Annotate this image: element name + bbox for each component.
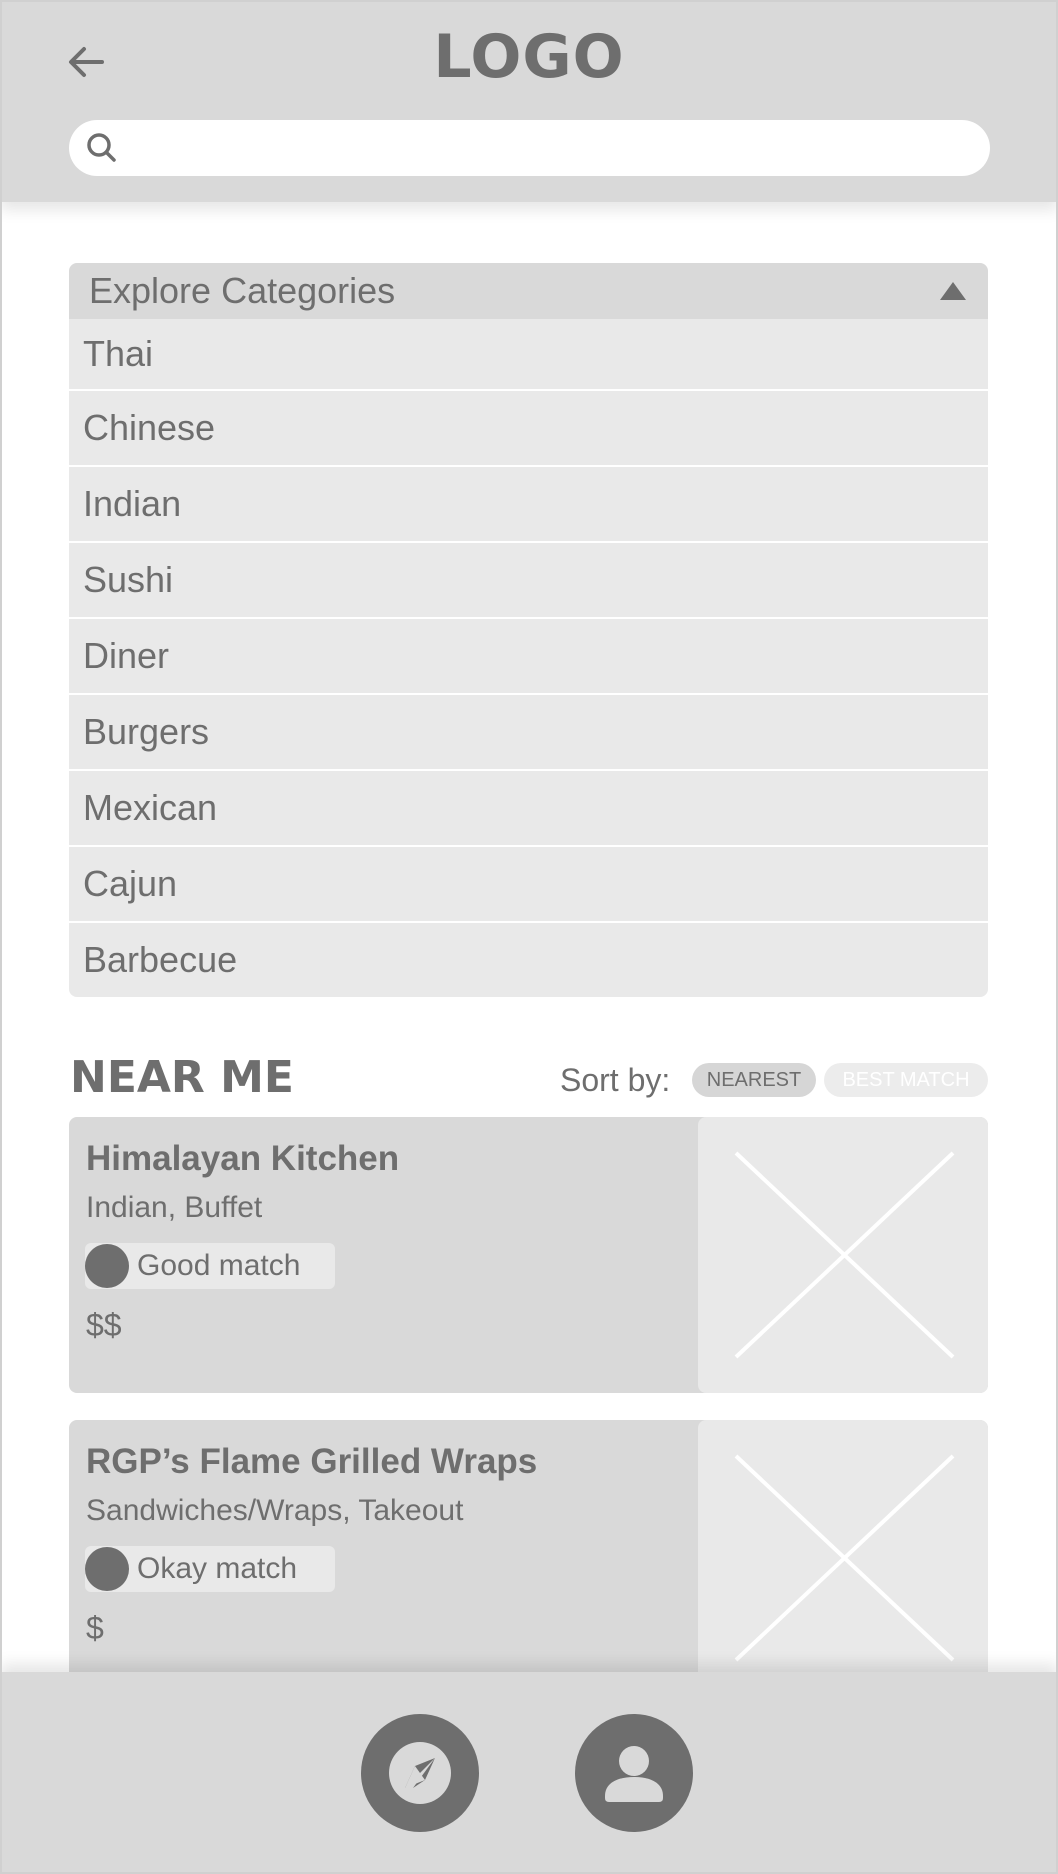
section-title-near-me: NEAR ME [70, 1052, 294, 1103]
category-item-cajun[interactable]: Cajun [69, 845, 988, 921]
user-icon [605, 1746, 663, 1802]
price-level: $ [86, 1610, 104, 1646]
category-item-chinese[interactable]: Chinese [69, 389, 988, 465]
image-placeholder-icon [734, 1454, 955, 1662]
category-item-diner[interactable]: Diner [69, 617, 988, 693]
nav-explore-button[interactable] [361, 1714, 479, 1832]
app-logo: LOGO [433, 22, 625, 92]
search-icon [87, 133, 116, 162]
caret-up-icon [940, 282, 966, 300]
restaurant-tags: Indian, Buffet [86, 1191, 263, 1224]
category-item-sushi[interactable]: Sushi [69, 541, 988, 617]
category-item-indian[interactable]: Indian [69, 465, 988, 541]
app-header: LOGO [0, 0, 1058, 202]
match-label: Good match [137, 1249, 301, 1282]
match-badge: Okay match [85, 1546, 335, 1592]
bottom-navigation [0, 1672, 1058, 1874]
match-indicator-icon [85, 1244, 129, 1288]
categories-title: Explore Categories [89, 270, 396, 311]
image-placeholder [698, 1117, 988, 1393]
restaurant-tags: Sandwiches/Wraps, Takeout [86, 1494, 464, 1527]
categories-dropdown-toggle[interactable]: Explore Categories [69, 263, 988, 319]
match-badge: Good match [85, 1243, 335, 1289]
categories-list: Thai Chinese Indian Sushi Diner Burgers … [69, 319, 988, 997]
category-item-thai[interactable]: Thai [69, 319, 988, 389]
category-item-barbecue[interactable]: Barbecue [69, 921, 988, 997]
search-input[interactable] [131, 119, 990, 177]
price-level: $$ [86, 1307, 122, 1343]
match-label: Okay match [137, 1552, 298, 1585]
restaurant-card[interactable]: Himalayan Kitchen Indian, Buffet Good ma… [69, 1117, 988, 1393]
sort-chip-nearest[interactable]: NEAREST [692, 1063, 816, 1097]
image-placeholder-icon [734, 1151, 955, 1359]
match-indicator-icon [85, 1547, 129, 1591]
sort-chip-best-match[interactable]: BEST MATCH [824, 1063, 988, 1097]
restaurant-name: RGP’s Flame Grilled Wraps [86, 1442, 538, 1481]
search-bar[interactable] [69, 119, 990, 177]
compass-icon [389, 1742, 451, 1804]
restaurant-name: Himalayan Kitchen [86, 1139, 400, 1178]
restaurant-card[interactable]: RGP’s Flame Grilled Wraps Sandwiches/Wra… [69, 1420, 988, 1696]
nav-profile-button[interactable] [575, 1714, 693, 1832]
image-placeholder [698, 1420, 988, 1696]
sort-label: Sort by: [560, 1062, 671, 1098]
category-item-mexican[interactable]: Mexican [69, 769, 988, 845]
category-item-burgers[interactable]: Burgers [69, 693, 988, 769]
